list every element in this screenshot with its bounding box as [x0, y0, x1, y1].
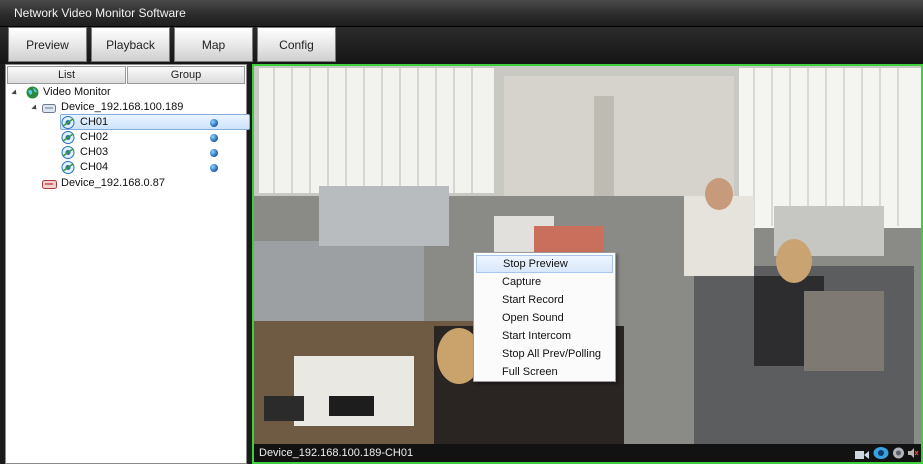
- video-status-bar: Device_192.168.100.189-CH01: [254, 444, 921, 462]
- channel-label: CH03: [80, 146, 109, 158]
- channel-status-label: Device_192.168.100.189-CH01: [259, 447, 414, 459]
- root-label: Video Monitor: [43, 86, 111, 98]
- device-1-label: Device_192.168.100.189: [61, 101, 184, 113]
- camera-icon: [61, 116, 75, 129]
- menu-item-capture[interactable]: Capture: [476, 273, 613, 291]
- record-icon[interactable]: [855, 448, 869, 459]
- channel-label: CH02: [80, 131, 109, 143]
- window-title: Network Video Monitor Software: [14, 6, 186, 20]
- eye-icon[interactable]: [873, 446, 889, 460]
- menu-item-start-record[interactable]: Start Record: [476, 291, 613, 309]
- device-panel: List Group Video Monitor Device_192.168.…: [5, 64, 250, 464]
- device-2-label: Device_192.168.0.87: [61, 177, 165, 189]
- preview-button[interactable]: Preview: [8, 27, 87, 62]
- camera-icon: [61, 146, 75, 159]
- main-nav: Preview Playback Map Config: [0, 27, 923, 64]
- camera-icon: [61, 131, 75, 144]
- dvr-device-icon: [42, 103, 56, 113]
- title-bar: Network Video Monitor Software: [0, 0, 923, 27]
- globe-icon: [26, 86, 39, 99]
- tab-list[interactable]: List: [7, 66, 126, 84]
- expand-arrow-icon[interactable]: [11, 89, 19, 97]
- status-dot-icon: [210, 134, 218, 142]
- menu-item-start-intercom[interactable]: Start Intercom: [476, 327, 613, 345]
- context-menu: Stop Preview Capture Start Record Open S…: [473, 252, 616, 382]
- channel-label: CH04: [80, 161, 109, 173]
- status-dot-icon: [210, 164, 218, 172]
- snapshot-icon[interactable]: [892, 447, 905, 459]
- playback-button[interactable]: Playback: [91, 27, 170, 62]
- map-button[interactable]: Map: [174, 27, 253, 62]
- config-button[interactable]: Config: [257, 27, 336, 62]
- menu-item-stop-all[interactable]: Stop All Prev/Polling: [476, 345, 613, 363]
- menu-item-open-sound[interactable]: Open Sound: [476, 309, 613, 327]
- menu-item-stop-preview[interactable]: Stop Preview: [476, 255, 613, 273]
- menu-item-full-screen[interactable]: Full Screen: [476, 363, 613, 381]
- tab-group[interactable]: Group: [127, 66, 245, 84]
- expand-arrow-icon[interactable]: [31, 104, 39, 112]
- camera-icon: [61, 161, 75, 174]
- status-dot-icon: [210, 119, 218, 127]
- channel-label: CH01: [80, 116, 109, 128]
- offline-device-icon: [42, 179, 57, 189]
- status-dot-icon: [210, 149, 218, 157]
- audio-muted-icon[interactable]: [907, 447, 919, 459]
